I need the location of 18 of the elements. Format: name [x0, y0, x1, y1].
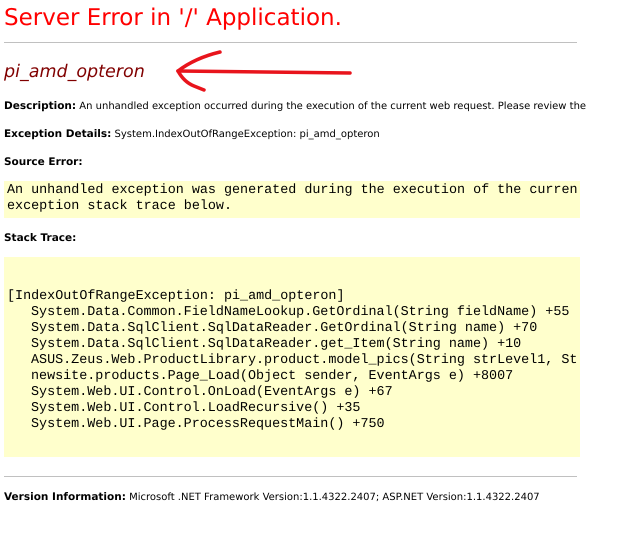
version-info-text: Version Information: Microsoft .NET Framework Version:1.1.4322.2407; ASP.NET Version:1.1.4322.2407 — [4, 490, 540, 505]
section-label: Stack Trace: — [4, 231, 76, 245]
error-message: pi_amd_opteron — [4, 61, 145, 84]
description-text: Description: An unhandled exception occurred during the execution of the current web request. Please review the — [4, 99, 586, 114]
code-line: System.Data.SqlClient.SqlDataReader.get_Item(String name) +10 — [30, 337, 522, 353]
code-line: System.Web.UI.Control.OnLoad(EventArgs e) +67 — [30, 385, 394, 401]
code-line: System.Web.UI.Control.LoadRecursive() +35 — [30, 401, 362, 417]
code-line: [IndexOutOfRangeException: pi_amd_opteron] — [7, 289, 346, 305]
code-line: System.Data.SqlClient.SqlDataReader.GetOrdinal(String name) +70 — [30, 321, 538, 337]
code-line: System.Web.UI.Page.ProcessRequestMain() +750 — [30, 417, 386, 433]
code-line: System.Data.Common.FieldNameLookup.GetOrdinal(String fieldName) +55 — [30, 305, 570, 321]
code-line: exception stack trace below. — [7, 199, 233, 215]
code-line: ASUS.Zeus.Web.ProductLibrary.product.model_pics(String strLevel1, St — [30, 353, 578, 369]
section-label: Source Error: — [4, 155, 83, 169]
page-title: Server Error in '/' Application. — [4, 4, 343, 32]
code-line: An unhandled exception was generated during the execution of the curren — [7, 183, 579, 199]
exception-details-text: Exception Details: System.IndexOutOfRangeException: pi_amd_opteron — [4, 127, 380, 142]
code-line: newsite.products.Page_Load(Object sender, EventArgs e) +8007 — [30, 369, 514, 385]
